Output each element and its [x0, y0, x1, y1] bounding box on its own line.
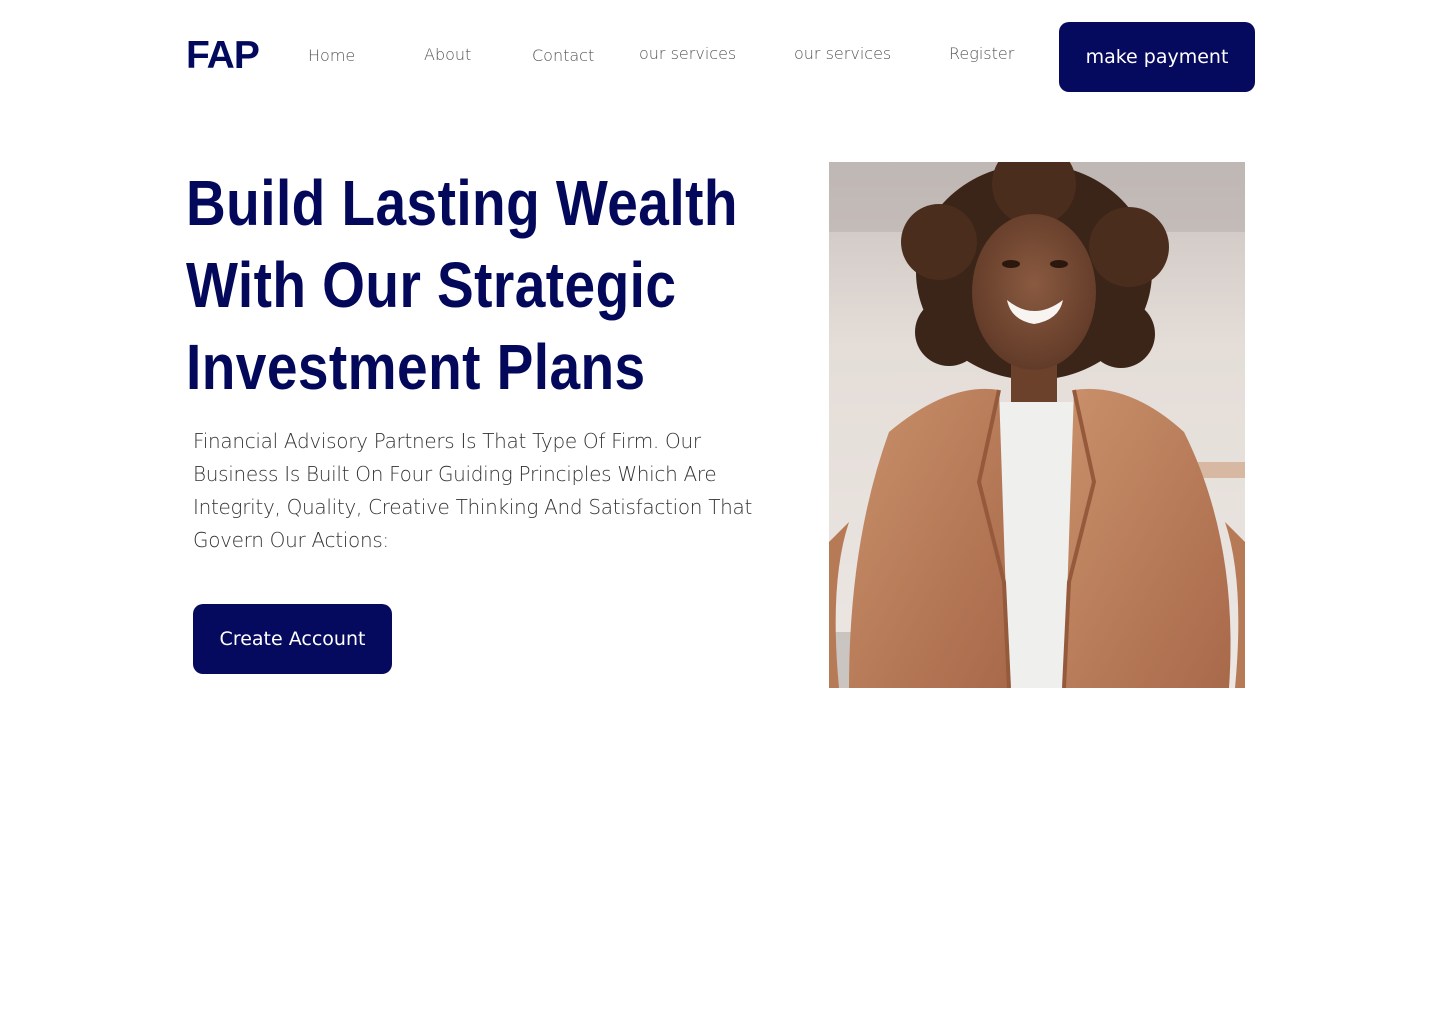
smiling-woman-photo [829, 162, 1245, 688]
nav-link-home[interactable]: Home [308, 48, 355, 64]
nav-link-about[interactable]: About [424, 47, 471, 63]
hero-title-line-1: Build Lasting Wealth [186, 167, 738, 239]
hero-title: Build Lasting Wealth With Our Strategic … [186, 162, 738, 408]
site-logo[interactable]: FAP [186, 36, 260, 75]
nav-link-our-services-2[interactable]: our services [794, 46, 891, 62]
hero-photo [829, 162, 1245, 688]
hero-title-line-3: Investment Plans [186, 331, 646, 403]
create-account-button[interactable]: Create Account [193, 604, 392, 674]
make-payment-button[interactable]: make payment [1059, 22, 1255, 92]
nav-link-our-services-1[interactable]: our services [639, 46, 736, 62]
nav-link-register[interactable]: Register [949, 46, 1014, 62]
nav-link-contact[interactable]: Contact [532, 48, 594, 64]
hero-title-line-2: With Our Strategic [186, 249, 677, 321]
hero-description: Financial Advisory Partners Is That Type… [193, 429, 753, 552]
